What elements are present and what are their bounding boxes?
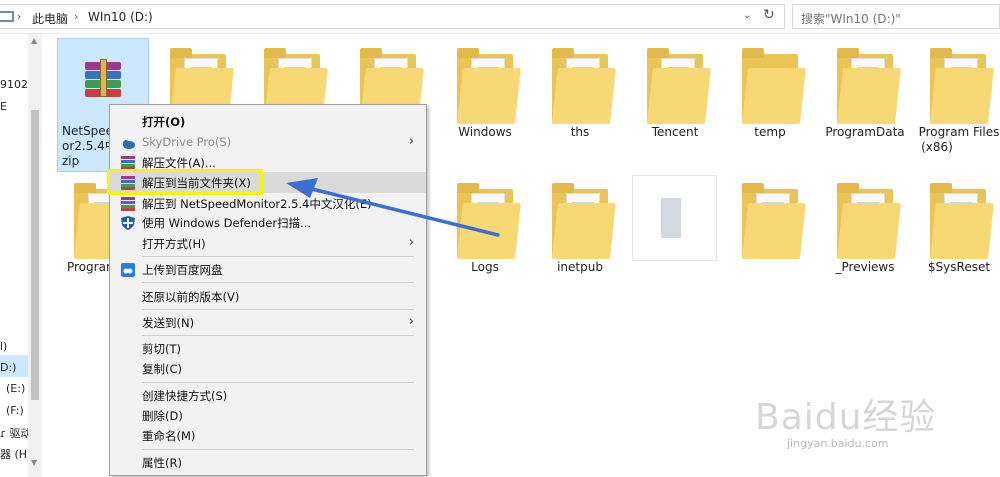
watermark-url: jingyan.baidu.com <box>787 437 889 450</box>
baidu-jingyan-watermark: Baidu经验 <box>755 397 937 438</box>
